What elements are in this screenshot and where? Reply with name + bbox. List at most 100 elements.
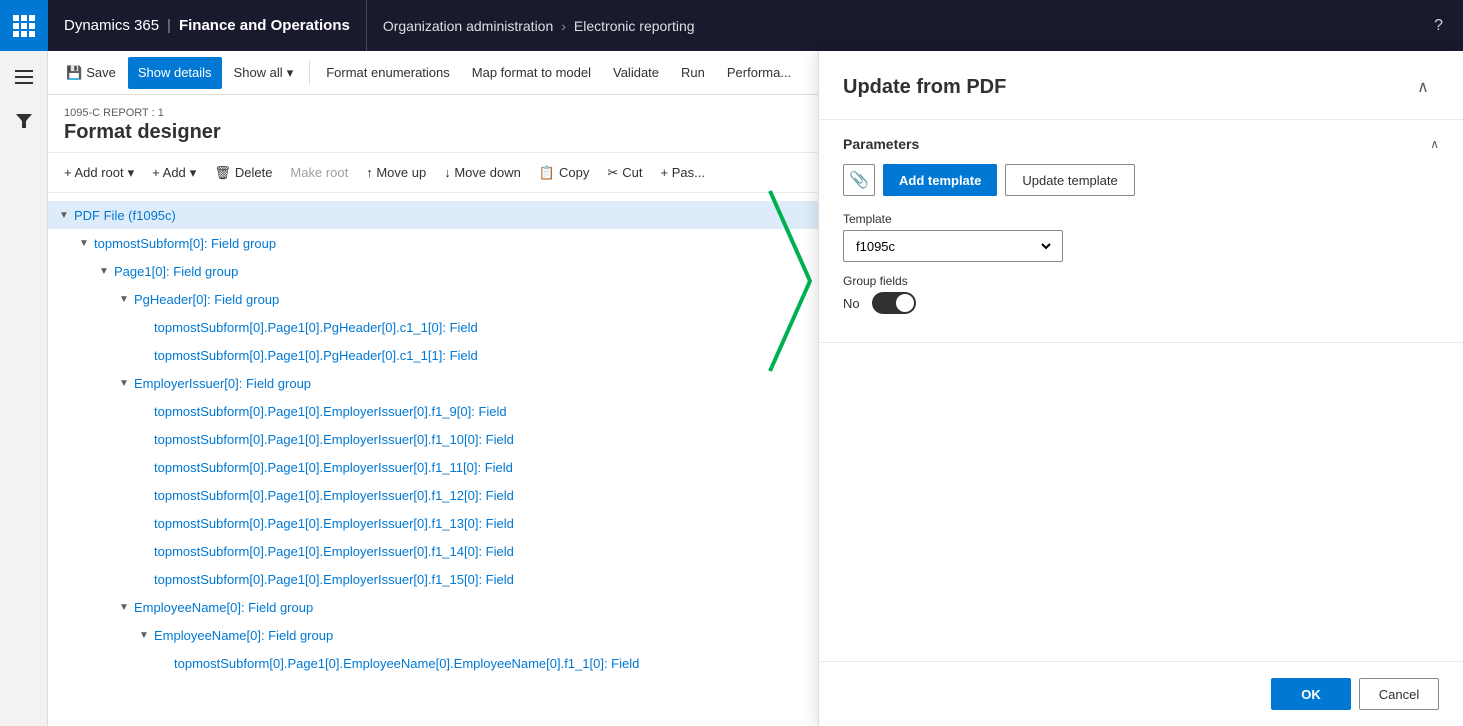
add-root-label: + Add root	[64, 165, 124, 180]
make-root-button[interactable]: Make root	[282, 157, 356, 189]
help-button[interactable]: ?	[1414, 17, 1463, 35]
run-label: Run	[681, 65, 705, 80]
tree-item[interactable]: ▼EmployerIssuer[0]: Field group	[48, 369, 818, 397]
nav-brand: Dynamics 365 | Finance and Operations	[48, 0, 367, 51]
ok-button[interactable]: OK	[1271, 678, 1351, 710]
run-button[interactable]: Run	[671, 57, 715, 89]
add-template-button[interactable]: Add template	[883, 164, 997, 196]
template-select[interactable]: f1095c	[843, 230, 1063, 262]
attach-button[interactable]: 📎	[843, 164, 875, 196]
template-label: Template	[843, 212, 1439, 226]
tree-item-text: topmostSubform[0].Page1[0].EmployeeName[…	[174, 656, 639, 671]
dynamics365-label: Dynamics 365	[64, 17, 159, 34]
tree-item-text: Page1[0]: Field group	[114, 264, 238, 279]
template-select-input[interactable]: f1095c	[852, 238, 1054, 255]
template-field: Template f1095c	[843, 212, 1439, 262]
waffle-menu[interactable]	[0, 0, 48, 51]
toggle-knob	[896, 294, 914, 312]
move-up-button[interactable]: ↑ Move up	[358, 157, 434, 189]
tree-item[interactable]: topmostSubform[0].Page1[0].EmployeeName[…	[48, 649, 818, 677]
filter-icon[interactable]	[6, 103, 42, 139]
tree-item[interactable]: topmostSubform[0].Page1[0].EmployerIssue…	[48, 453, 818, 481]
add-root-button[interactable]: + Add root ▾	[56, 157, 142, 189]
tree-indent	[56, 628, 136, 643]
tree-item-text: topmostSubform[0]: Field group	[94, 236, 276, 251]
performa-button[interactable]: Performa...	[717, 57, 801, 89]
tree-item-text: topmostSubform[0].Page1[0].EmployerIssue…	[154, 460, 513, 475]
finance-ops-label: Finance and Operations	[179, 17, 350, 34]
tree-item[interactable]: ▼PDF File (f1095c)	[48, 201, 818, 229]
tree-toggle-icon[interactable]: ▼	[116, 375, 132, 391]
main-panel: 💾 Save Show details Show all ▾ Format en…	[48, 51, 818, 726]
tree-item-text: topmostSubform[0].Page1[0].EmployerIssue…	[154, 404, 507, 419]
tree-indent	[56, 572, 136, 587]
section-collapse-icon[interactable]: ∧	[1430, 137, 1439, 151]
breadcrumb-org[interactable]: Organization administration	[383, 18, 553, 34]
page-title: Format designer	[64, 121, 802, 144]
tree-item[interactable]: topmostSubform[0].Page1[0].EmployerIssue…	[48, 537, 818, 565]
group-fields-toggle[interactable]	[872, 292, 916, 314]
tree-indent	[56, 544, 136, 559]
tree-item[interactable]: topmostSubform[0].Page1[0].EmployerIssue…	[48, 481, 818, 509]
tree-item[interactable]: ▼Page1[0]: Field group	[48, 257, 818, 285]
dialog-collapse-button[interactable]: ∧	[1407, 71, 1439, 103]
paperclip-icon: 📎	[849, 170, 869, 190]
tree-item[interactable]: topmostSubform[0].Page1[0].EmployerIssue…	[48, 425, 818, 453]
tree-toggle-icon[interactable]: ▼	[56, 207, 72, 223]
tree-indent	[56, 236, 76, 251]
tree-item-text: EmployeeName[0]: Field group	[154, 628, 333, 643]
tree-item-text: topmostSubform[0].Page1[0].EmployerIssue…	[154, 488, 514, 503]
tree-indent	[56, 348, 136, 363]
show-all-button[interactable]: Show all ▾	[224, 57, 304, 89]
show-details-button[interactable]: Show details	[128, 57, 222, 89]
tree-indent	[56, 292, 116, 307]
tree-toggle-icon	[136, 403, 152, 419]
format-enumerations-button[interactable]: Format enumerations	[316, 57, 460, 89]
hamburger-menu-icon[interactable]	[6, 59, 42, 95]
tree-toggle-icon[interactable]: ▼	[76, 235, 92, 251]
breadcrumb-separator: ›	[561, 18, 566, 34]
tree-item-text: topmostSubform[0].Page1[0].EmployerIssue…	[154, 516, 514, 531]
tree-item[interactable]: topmostSubform[0].Page1[0].EmployerIssue…	[48, 397, 818, 425]
tree-item[interactable]: topmostSubform[0].Page1[0].PgHeader[0].c…	[48, 341, 818, 369]
save-icon: 💾	[66, 65, 82, 81]
tree-item[interactable]: topmostSubform[0].Page1[0].EmployerIssue…	[48, 509, 818, 537]
validate-label: Validate	[613, 65, 659, 80]
breadcrumb: 1095-C REPORT : 1	[64, 107, 802, 119]
tree-indent	[56, 264, 96, 279]
delete-label: Delete	[235, 165, 273, 180]
save-button[interactable]: 💾 Save	[56, 57, 126, 89]
tree-toggle-icon	[136, 543, 152, 559]
delete-button[interactable]: 🗑 Delete	[206, 157, 280, 189]
update-template-label: Update template	[1022, 173, 1117, 188]
move-up-label: ↑ Move up	[366, 165, 426, 180]
cut-button[interactable]: ✂ Cut	[599, 157, 650, 189]
tree-item[interactable]: ▼EmployeeName[0]: Field group	[48, 621, 818, 649]
tree-toggle-icon	[136, 571, 152, 587]
tree-indent	[56, 376, 116, 391]
tree-toggle-icon[interactable]: ▼	[136, 627, 152, 643]
tree-item[interactable]: ▼EmployeeName[0]: Field group	[48, 593, 818, 621]
tree-toggle-icon[interactable]: ▼	[96, 263, 112, 279]
tree-item[interactable]: topmostSubform[0].Page1[0].EmployerIssue…	[48, 565, 818, 593]
tree-toggle-icon	[136, 431, 152, 447]
show-details-label: Show details	[138, 65, 212, 80]
validate-button[interactable]: Validate	[603, 57, 669, 89]
move-down-button[interactable]: ↓ Move down	[436, 157, 529, 189]
tree-item[interactable]: ▼PgHeader[0]: Field group	[48, 285, 818, 313]
map-format-button[interactable]: Map format to model	[462, 57, 601, 89]
cancel-button[interactable]: Cancel	[1359, 678, 1439, 710]
tree-item[interactable]: topmostSubform[0].Page1[0].PgHeader[0].c…	[48, 313, 818, 341]
copy-button[interactable]: 📋 Copy	[531, 157, 598, 189]
update-template-button[interactable]: Update template	[1005, 164, 1134, 196]
top-nav: Dynamics 365 | Finance and Operations Or…	[0, 0, 1463, 51]
breadcrumb-er[interactable]: Electronic reporting	[574, 18, 695, 34]
tree-item[interactable]: ▼topmostSubform[0]: Field group	[48, 229, 818, 257]
tree-item-text: PDF File (f1095c)	[74, 208, 176, 223]
add-root-chevron-icon: ▾	[128, 165, 135, 181]
tree-toggle-icon[interactable]: ▼	[116, 599, 132, 615]
paste-button[interactable]: + Pas...	[653, 157, 713, 189]
delete-icon: 🗑	[214, 165, 231, 181]
tree-toggle-icon[interactable]: ▼	[116, 291, 132, 307]
add-button[interactable]: + Add ▾	[144, 157, 204, 189]
